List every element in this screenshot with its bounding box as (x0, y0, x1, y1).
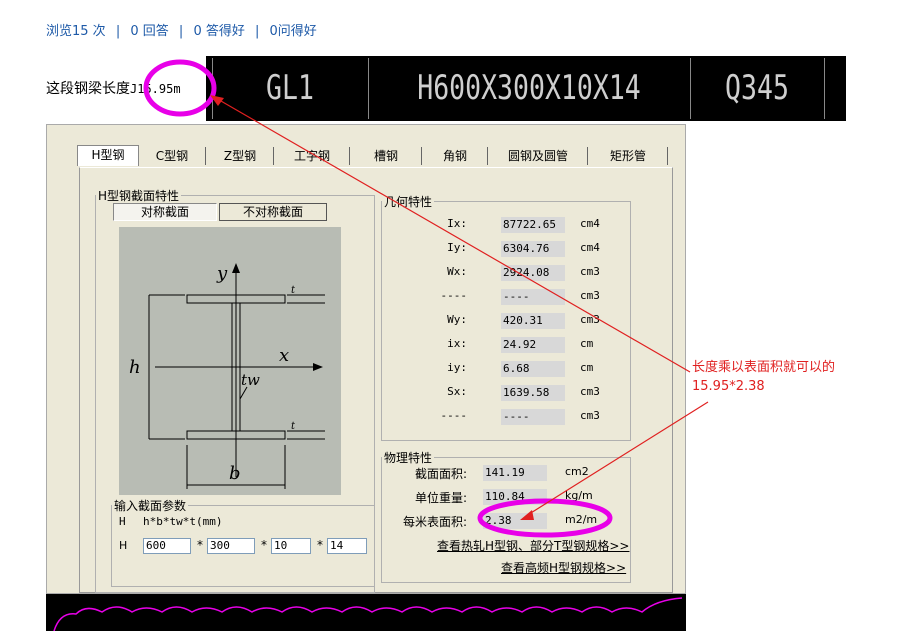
arrow-head-surface (520, 510, 534, 520)
surface-highlight-ellipse (477, 498, 613, 538)
annotation-overlay (143, 59, 709, 538)
arrow-to-length (213, 96, 691, 373)
arrow-to-surface (525, 401, 709, 517)
annotation-line1: 长度乘以表面积就可以的 (692, 360, 836, 375)
annotation-line2: 15.95*2.38 (692, 379, 765, 394)
annotation-note: 长度乘以表面积就可以的 15.95*2.38 (692, 358, 835, 396)
length-highlight-ellipse (143, 59, 217, 117)
